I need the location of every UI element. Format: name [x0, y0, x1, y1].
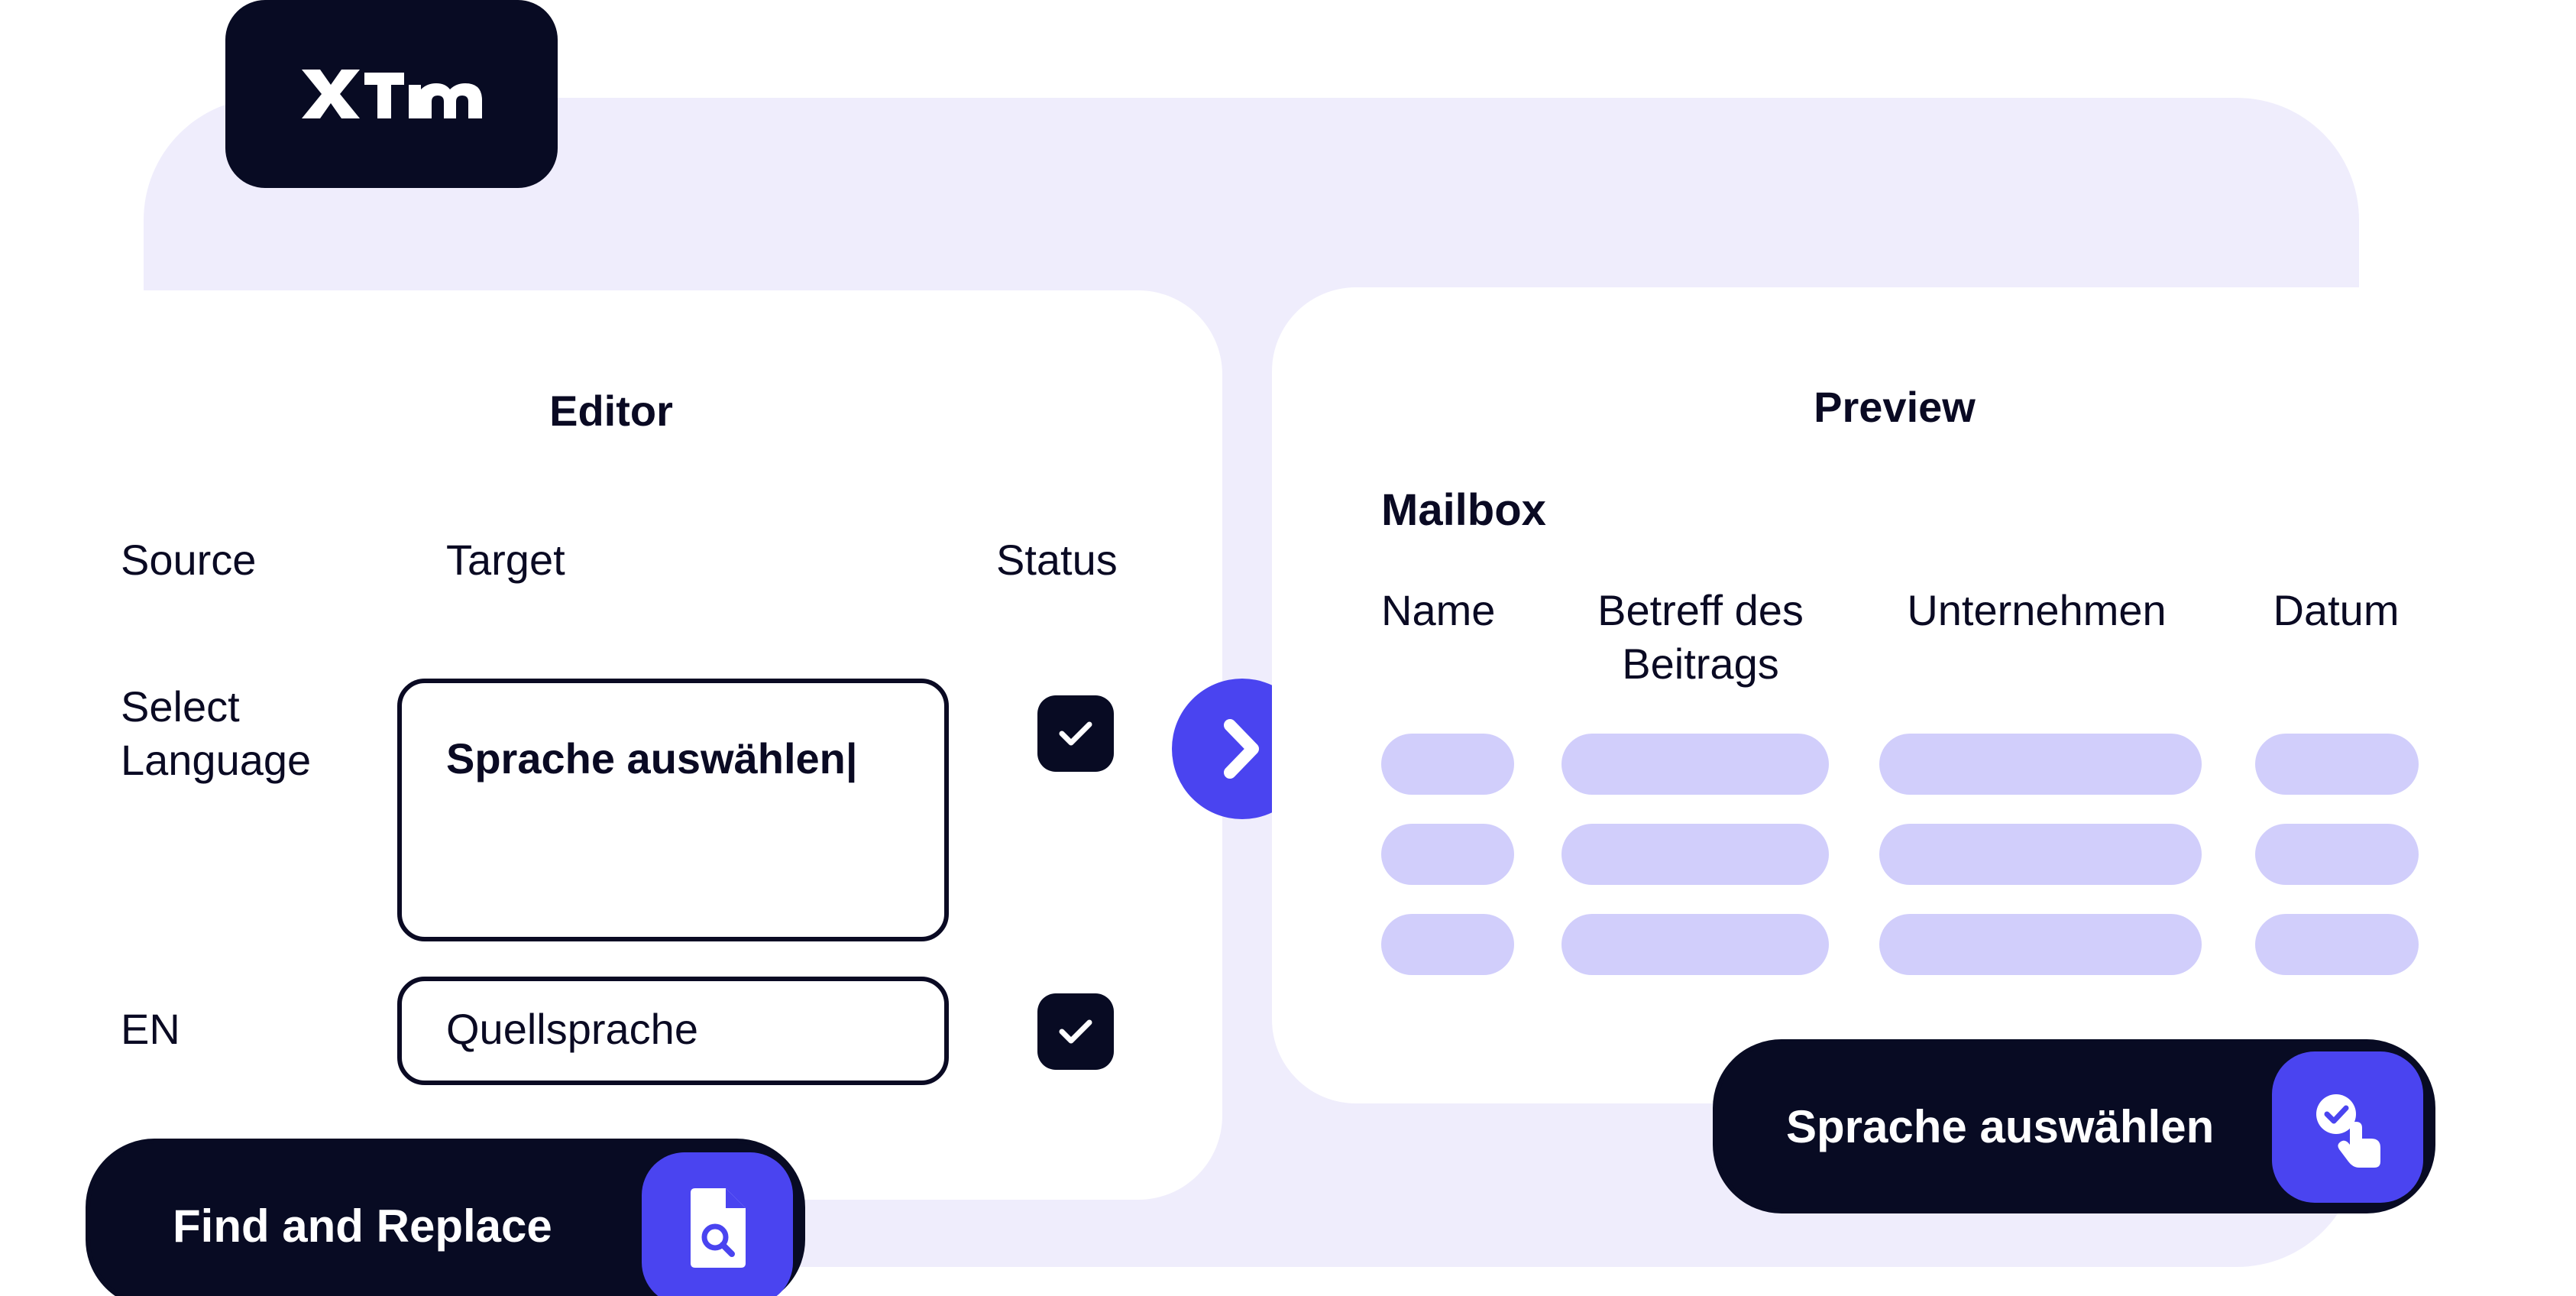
target-input-text: Sprache auswählen| [446, 734, 858, 782]
chevron-right-icon [1224, 719, 1259, 779]
placeholder-cell [1879, 914, 2202, 975]
placeholder-cell [1561, 914, 1829, 975]
checkmark-icon [1059, 1019, 1092, 1044]
status-checkbox[interactable] [1037, 993, 1114, 1070]
mailbox-label: Mailbox [1381, 485, 1546, 535]
placeholder-cell [1879, 824, 2202, 885]
placeholder-cell [1381, 734, 1514, 795]
preview-title: Preview [1814, 383, 1976, 431]
xtm-logo-mark [301, 70, 482, 118]
placeholder-cell [2255, 914, 2419, 975]
placeholder-cell [1561, 734, 1829, 795]
column-header-source: Source [121, 536, 257, 584]
target-input-active[interactable] [397, 679, 949, 941]
document-search-icon [642, 1152, 793, 1296]
checkmark-icon [1059, 721, 1092, 746]
preview-column-date: Datum [2273, 586, 2400, 634]
select-language-label: Sprache auswählen [1786, 1101, 2215, 1152]
target-input-text: Quellsprache [446, 1005, 698, 1053]
source-cell-en: EN [121, 1005, 180, 1053]
placeholder-cell [2255, 734, 2419, 795]
status-checkbox[interactable] [1037, 695, 1114, 772]
xtm-logo [225, 0, 558, 188]
source-cell-select-language: Select Language [121, 682, 312, 784]
editor-title: Editor [549, 387, 673, 435]
column-header-target: Target [446, 536, 565, 584]
placeholder-cell [1381, 914, 1514, 975]
find-replace-label: Find and Replace [173, 1200, 552, 1252]
preview-column-name: Name [1381, 586, 1496, 634]
placeholder-cell [1381, 824, 1514, 885]
placeholder-cell [1879, 734, 2202, 795]
preview-column-subject: Betreff des Beitrags [1597, 586, 1804, 688]
tap-check-icon [2272, 1051, 2423, 1203]
placeholder-cell [2255, 824, 2419, 885]
column-header-status: Status [996, 536, 1118, 584]
canvas: Editor Source Target Status Select Langu… [0, 0, 2576, 1296]
placeholder-cell [1561, 824, 1829, 885]
preview-column-company: Unternehmen [1907, 586, 2167, 634]
